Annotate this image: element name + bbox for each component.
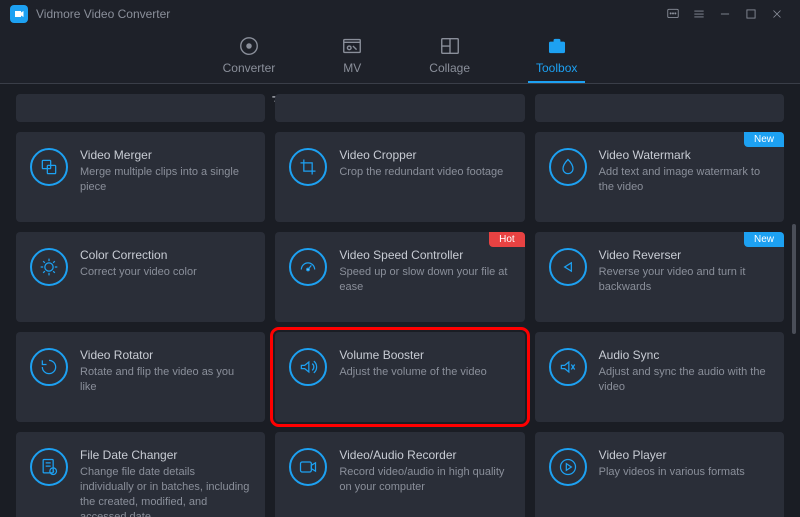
- audiosync-icon: [549, 348, 587, 386]
- tool-title: Video Reverser: [599, 248, 770, 262]
- tool-desc: Change file date details individually or…: [80, 465, 251, 517]
- tab-label: MV: [343, 61, 361, 75]
- title-bar: Vidmore Video Converter: [0, 0, 800, 28]
- tool-desc: Merge multiple clips into a single piece: [80, 165, 251, 195]
- filedate-icon: [30, 448, 68, 486]
- tool-desc: Reverse your video and turn it backwards: [599, 265, 770, 295]
- tool-video-cropper[interactable]: Video Cropper Crop the redundant video f…: [275, 132, 524, 222]
- feedback-button[interactable]: [660, 1, 686, 27]
- app-logo: [10, 5, 28, 23]
- toolbox-content: Video Merger Merge multiple clips into a…: [0, 84, 800, 517]
- tool-speed-controller[interactable]: Hot Video Speed Controller Speed up or s…: [275, 232, 524, 322]
- tab-collage[interactable]: Collage: [421, 35, 478, 83]
- tool-desc: Speed up or slow down your file at ease: [339, 265, 510, 295]
- reverser-icon: [549, 248, 587, 286]
- tab-label: Collage: [429, 61, 470, 75]
- tool-desc: Play videos in various formats: [599, 465, 770, 480]
- main-tabs: Converter MV Collage Toolbox: [0, 28, 800, 84]
- tool-title: Video Watermark: [599, 148, 770, 162]
- tool-video-reverser[interactable]: New Video Reverser Reverse your video an…: [535, 232, 784, 322]
- tool-video-merger[interactable]: Video Merger Merge multiple clips into a…: [16, 132, 265, 222]
- tool-video-watermark[interactable]: New Video Watermark Add text and image w…: [535, 132, 784, 222]
- tool-desc: Record video/audio in high quality on yo…: [339, 465, 510, 495]
- tool-card-peek[interactable]: [16, 94, 265, 122]
- tab-label: Converter: [223, 61, 276, 75]
- tool-desc: Correct your video color: [80, 265, 251, 280]
- cropper-icon: [289, 148, 327, 186]
- app-title: Vidmore Video Converter: [36, 7, 170, 21]
- tool-color-correction[interactable]: Color Correction Correct your video colo…: [16, 232, 265, 322]
- tool-title: Video Cropper: [339, 148, 510, 162]
- tool-audio-sync[interactable]: Audio Sync Adjust and sync the audio wit…: [535, 332, 784, 422]
- close-button[interactable]: [764, 1, 790, 27]
- tool-video-audio-recorder[interactable]: Video/Audio Recorder Record video/audio …: [275, 432, 524, 517]
- color-icon: [30, 248, 68, 286]
- tool-title: Volume Booster: [339, 348, 510, 362]
- tool-desc: Adjust the volume of the video: [339, 365, 510, 380]
- tab-mv[interactable]: MV: [333, 35, 371, 83]
- tool-desc: Crop the redundant video footage: [339, 165, 510, 180]
- tool-title: Video Merger: [80, 148, 251, 162]
- tool-title: Video Speed Controller: [339, 248, 510, 262]
- watermark-icon: [549, 148, 587, 186]
- tool-desc: Rotate and flip the video as you like: [80, 365, 251, 395]
- tab-toolbox[interactable]: Toolbox: [528, 35, 585, 83]
- recorder-icon: [289, 448, 327, 486]
- tool-title: Audio Sync: [599, 348, 770, 362]
- maximize-button[interactable]: [738, 1, 764, 27]
- scrollbar-thumb[interactable]: [792, 224, 796, 334]
- tool-file-date-changer[interactable]: File Date Changer Change file date detai…: [16, 432, 265, 517]
- tool-card-peek[interactable]: [535, 94, 784, 122]
- tool-title: Color Correction: [80, 248, 251, 262]
- tool-card-peek[interactable]: [275, 94, 524, 122]
- tool-desc: Add text and image watermark to the vide…: [599, 165, 770, 195]
- tool-video-rotator[interactable]: Video Rotator Rotate and flip the video …: [16, 332, 265, 422]
- minimize-button[interactable]: [712, 1, 738, 27]
- tab-label: Toolbox: [536, 61, 577, 75]
- tab-converter[interactable]: Converter: [215, 35, 284, 83]
- new-badge: New: [744, 132, 784, 147]
- tool-title: Video/Audio Recorder: [339, 448, 510, 462]
- menu-button[interactable]: [686, 1, 712, 27]
- new-badge: New: [744, 232, 784, 247]
- speed-icon: [289, 248, 327, 286]
- tool-title: Video Player: [599, 448, 770, 462]
- tool-volume-booster[interactable]: Volume Booster Adjust the volume of the …: [275, 332, 524, 422]
- merger-icon: [30, 148, 68, 186]
- hot-badge: Hot: [489, 232, 525, 247]
- rotator-icon: [30, 348, 68, 386]
- tool-title: File Date Changer: [80, 448, 251, 462]
- player-icon: [549, 448, 587, 486]
- tool-title: Video Rotator: [80, 348, 251, 362]
- tool-video-player[interactable]: Video Player Play videos in various form…: [535, 432, 784, 517]
- volume-icon: [289, 348, 327, 386]
- tool-desc: Adjust and sync the audio with the video: [599, 365, 770, 395]
